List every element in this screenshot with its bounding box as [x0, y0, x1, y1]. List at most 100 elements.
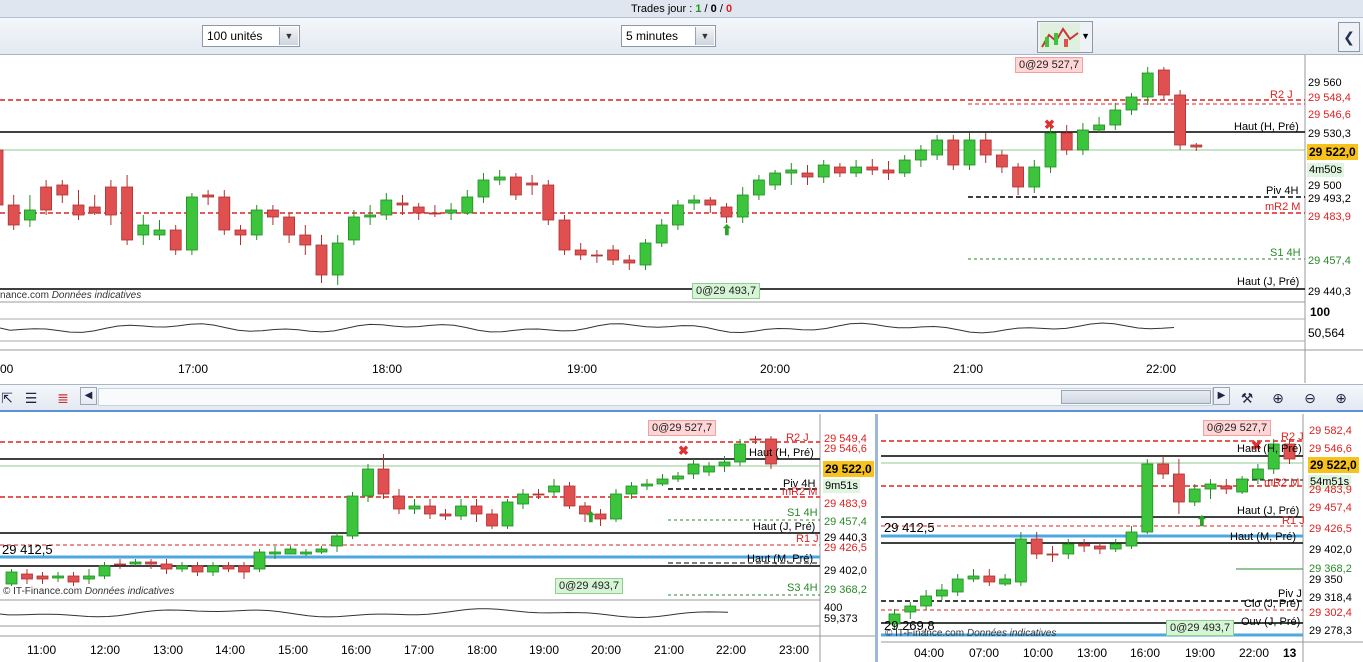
top-candle [979, 139, 992, 156]
br-candle [1030, 538, 1043, 555]
trading-app: Trades jour : 1 / 0 / 0 100 unités ▼ 5 m… [0, 0, 1363, 662]
bl-candle [129, 561, 142, 565]
br-candle [920, 595, 932, 607]
top-chart-panel[interactable]: ✖ ⬆ [0, 55, 1363, 383]
scroll-left-icon[interactable]: ◀ [80, 387, 97, 405]
price-axis-label: 29 483,9 [824, 498, 867, 510]
left-price-label: 29 412,5 [884, 520, 935, 535]
buy-order-tag[interactable]: 0@29 493,7 [555, 578, 624, 594]
top-candle [0, 149, 4, 206]
top-candle [299, 234, 312, 246]
top-candle [461, 196, 474, 214]
price-axis-label: 29 302,4 [1309, 607, 1352, 619]
time-scrollbar[interactable] [98, 388, 1213, 406]
collapse-panel-button[interactable]: ❮ [1338, 22, 1360, 52]
units-select[interactable]: 100 unités ▼ [202, 25, 300, 47]
level-label-s14h: S1 4H [1270, 247, 1301, 259]
top-candle [315, 244, 328, 276]
bl-candle [222, 565, 235, 570]
price-axis-label: 29 546,6 [1309, 443, 1352, 455]
buy-order-tag[interactable]: 0@29 493,7 [1166, 620, 1235, 636]
top-candle [688, 199, 700, 204]
chevron-down-icon[interactable]: ▼ [695, 27, 714, 45]
br-candle [1251, 468, 1264, 480]
price-axis-label: 29 402,0 [824, 565, 867, 577]
sell-order-tag[interactable]: 0@29 527,7 [1015, 57, 1084, 73]
chevron-down-icon[interactable]: ▼ [279, 27, 298, 45]
bottom-left-chart-panel[interactable]: ✖ ⬆ [0, 414, 878, 662]
price-axis-label: 29 493,2 [1308, 193, 1351, 205]
zoom-out-icon[interactable]: ⊖ [1299, 387, 1321, 409]
cancel-order-icon: ✖ [1044, 117, 1055, 132]
top-candle [234, 229, 247, 236]
bl-candle [563, 485, 576, 507]
top-candle [121, 186, 133, 241]
bl-candle [160, 563, 173, 570]
bottom-left-price-chart[interactable]: ✖⬆ [0, 414, 878, 662]
price-axis-label: 29 500 [1308, 180, 1342, 192]
top-candle [996, 154, 1008, 168]
buy-order-tag[interactable]: 0@29 493,7 [692, 283, 761, 299]
units-select-value: 100 unités [207, 29, 263, 43]
chart-style-button[interactable]: ▼ [1037, 21, 1093, 53]
br-candle [904, 605, 917, 613]
time-tick: 21:00 [953, 362, 984, 376]
top-candle [250, 209, 263, 236]
level-label-r2j: R2 J [786, 432, 809, 444]
price-axis-label: 29 548,4 [1308, 92, 1351, 104]
br-candle [1172, 473, 1185, 503]
br-candle [1014, 538, 1027, 583]
sell-order-tag[interactable]: 0@29 527,7 [648, 420, 717, 436]
br-candle [967, 575, 980, 580]
level-label-mr2m: mR2 M [1265, 201, 1301, 213]
br-candle [983, 575, 996, 583]
top-candle [1125, 96, 1138, 111]
top-candle [542, 184, 555, 221]
bl-candle [718, 461, 731, 467]
watermark-brand: © IT-Finance.com [3, 586, 83, 597]
bl-candle [517, 493, 529, 505]
scrollbar-thumb[interactable] [1061, 390, 1211, 404]
price-axis-label: 29 522,0 [823, 461, 874, 477]
bl-candle [625, 485, 638, 495]
chevron-down-icon[interactable]: ▼ [1081, 31, 1090, 41]
watermark-note: Données indicatives [966, 628, 1057, 639]
zoom-in-icon[interactable]: ⊕ [1330, 387, 1352, 409]
crosshair-icon[interactable]: ⚒ [1236, 387, 1258, 409]
time-tick: 22:00 [1239, 646, 1270, 660]
chart-style-icon [1040, 23, 1080, 51]
bl-candle [610, 493, 622, 520]
sell-order-tag[interactable]: 0@29 527,7 [1203, 420, 1272, 436]
watermark-brand: © IT-Finance.com [885, 628, 965, 639]
watermark: nance.com Données indicatives [0, 290, 141, 301]
top-candle [834, 166, 846, 174]
bl-candle [300, 551, 312, 555]
bl-candle [734, 443, 746, 463]
chart-toolbar: 100 unités ▼ 5 minutes ▼ ▼ ❮ [0, 18, 1363, 55]
layers-icon[interactable]: ≣ [52, 387, 74, 409]
time-tick: 20:00 [591, 643, 622, 657]
bl-candle [145, 561, 157, 565]
scroll-right-icon[interactable]: ▶ [1213, 387, 1230, 405]
br-candle [1062, 543, 1075, 555]
time-tick: 19:00 [529, 643, 560, 657]
br-candle [1078, 543, 1091, 547]
top-candle [1109, 109, 1122, 126]
top-candle [704, 199, 717, 206]
top-candle [558, 219, 571, 251]
br-candle [1093, 545, 1106, 550]
top-candle [607, 249, 619, 261]
zoom-fit-icon[interactable]: ⊕ [1267, 387, 1289, 409]
properties-icon[interactable]: ☰ [20, 387, 42, 409]
top-candle [753, 179, 765, 196]
timeframe-select[interactable]: 5 minutes ▼ [621, 25, 716, 47]
level-label-haut-m: Haut (M, Pré) [1230, 531, 1297, 543]
top-price-chart[interactable]: ✖⬆ [0, 55, 1363, 383]
top-candle [801, 172, 814, 178]
bl-candle [703, 465, 715, 473]
price-axis-label: 29 546,6 [1308, 109, 1351, 121]
level-label-mr2m: mR2 M [1264, 477, 1300, 489]
top-candle [915, 149, 927, 161]
top-candle [623, 259, 636, 264]
pointer-icon[interactable]: ⇱ [0, 387, 18, 409]
